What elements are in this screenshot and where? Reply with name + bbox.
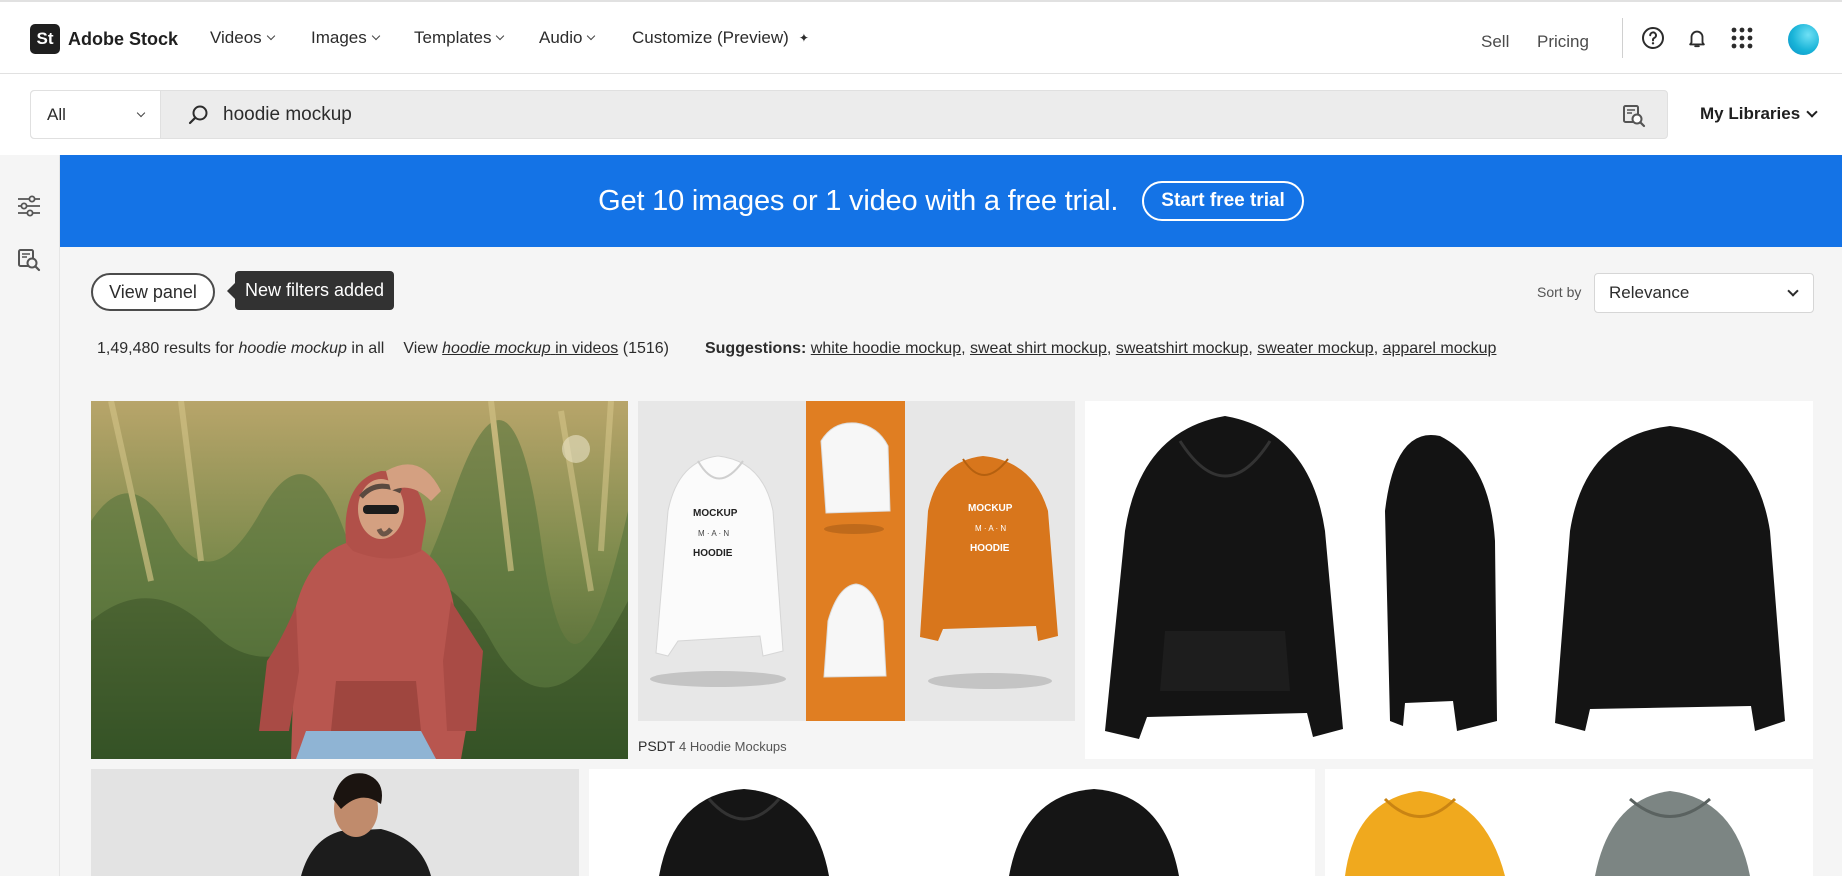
- adobe-stock-logo[interactable]: St Adobe Stock: [30, 24, 178, 54]
- visual-search-icon[interactable]: [16, 247, 42, 273]
- result-image-colored-hoodies[interactable]: [1325, 769, 1813, 876]
- apps-grid-icon[interactable]: [1728, 24, 1756, 52]
- nav-label: Images: [311, 28, 367, 47]
- chevron-down-icon: [496, 31, 505, 41]
- chevron-down-icon: [587, 31, 596, 41]
- chevron-down-icon: [1787, 285, 1799, 297]
- search-input[interactable]: [223, 99, 1593, 131]
- start-free-trial-button[interactable]: Start free trial: [1142, 181, 1304, 221]
- results-summary: 1,49,480 results for hoodie mockup in al…: [97, 340, 1497, 358]
- my-libraries-label: My Libraries: [1700, 104, 1801, 123]
- logo-mark: St: [30, 24, 60, 54]
- tile-caption-text: 4 Hoodie Mockups: [678, 739, 787, 754]
- nav-images[interactable]: Images: [311, 28, 380, 48]
- my-libraries-button[interactable]: My Libraries: [1700, 104, 1818, 124]
- result-image-black-hoodies-front-back[interactable]: [589, 769, 1315, 876]
- help-icon[interactable]: [1639, 24, 1667, 52]
- svg-text:M · A · N: M · A · N: [698, 529, 729, 538]
- chevron-down-icon: [136, 108, 146, 117]
- view-panel-button[interactable]: View panel: [91, 273, 215, 311]
- nav-label: Customize (Preview): [632, 28, 789, 47]
- filters-icon[interactable]: [16, 193, 42, 219]
- suggestions-label: Suggestions:: [704, 340, 807, 357]
- free-trial-banner: Get 10 images or 1 video with a free tri…: [60, 155, 1842, 247]
- svg-text:HOODIE: HOODIE: [970, 543, 1010, 554]
- result-image-hoodie-mockups[interactable]: MOCKUP M · A · N HOODIE MOCKUP M · A · N…: [638, 401, 1075, 721]
- results-in-text: in all: [351, 340, 385, 357]
- video-query: hoodie mockup: [442, 340, 551, 357]
- suggestion-link[interactable]: apparel mockup: [1383, 340, 1497, 358]
- video-results-link[interactable]: hoodie mockup in videos: [442, 340, 618, 358]
- nav-label: Audio: [539, 28, 583, 47]
- tile-caption: PSDT 4 Hoodie Mockups: [638, 738, 787, 754]
- pricing-link[interactable]: Pricing: [1537, 32, 1589, 52]
- chevron-down-icon: [371, 31, 380, 41]
- suggestion-link[interactable]: sweat shirt mockup: [970, 340, 1107, 358]
- svg-text:HOODIE: HOODIE: [693, 548, 733, 559]
- svg-text:M · A · N: M · A · N: [975, 524, 1006, 533]
- video-count: (1516): [622, 340, 669, 357]
- suggestion-link[interactable]: sweater mockup: [1257, 340, 1374, 358]
- result-image-man-black-hoodie[interactable]: [91, 769, 579, 876]
- top-navigation: St Adobe Stock Videos Images Templates A…: [0, 0, 1842, 74]
- result-image-man-red-hoodie[interactable]: [91, 401, 628, 759]
- banner-text: Get 10 images or 1 video with a free tri…: [598, 184, 1119, 217]
- sort-select[interactable]: Relevance: [1594, 273, 1814, 313]
- sell-link[interactable]: Sell: [1481, 32, 1509, 52]
- nav-templates[interactable]: Templates: [414, 28, 505, 48]
- nav-label: Videos: [210, 28, 262, 47]
- svg-text:MOCKUP: MOCKUP: [693, 508, 738, 519]
- view-text: View: [403, 340, 438, 357]
- search-row: All My Libraries: [0, 74, 1842, 155]
- logo-text: Adobe Stock: [68, 28, 179, 49]
- side-rail: [0, 155, 60, 876]
- result-image-black-hoodie-views[interactable]: [1085, 401, 1813, 759]
- search-icon: [186, 103, 210, 127]
- results-query: hoodie mockup: [238, 340, 347, 357]
- header-divider: [1622, 18, 1623, 58]
- results-count: 1,49,480: [97, 340, 160, 357]
- nav-audio[interactable]: Audio: [539, 28, 596, 48]
- sort-value: Relevance: [1609, 283, 1690, 302]
- suggestion-link[interactable]: white hoodie mockup: [811, 340, 961, 358]
- sort-by-label: Sort by: [1537, 284, 1582, 300]
- chevron-down-icon: [1806, 106, 1818, 118]
- sparkle-icon: ✦: [798, 31, 809, 45]
- visual-search-icon[interactable]: [1621, 103, 1647, 129]
- search-scope-dropdown[interactable]: All: [31, 91, 161, 138]
- nav-videos[interactable]: Videos: [210, 28, 275, 48]
- search-box: All: [30, 90, 1668, 139]
- bell-icon[interactable]: [1683, 24, 1711, 52]
- tile-badge: PSDT: [638, 738, 676, 754]
- nav-customize[interactable]: Customize (Preview) ✦: [632, 28, 809, 48]
- new-filters-tooltip: New filters added: [226, 271, 395, 310]
- chevron-down-icon: [266, 31, 275, 41]
- results-for-text: results for: [163, 340, 234, 357]
- scope-label: All: [47, 104, 66, 124]
- avatar[interactable]: [1788, 24, 1819, 55]
- nav-label: Templates: [414, 28, 492, 47]
- suggestion-link[interactable]: sweatshirt mockup: [1116, 340, 1249, 358]
- svg-text:MOCKUP: MOCKUP: [968, 503, 1013, 514]
- video-in-text: in videos: [555, 340, 619, 357]
